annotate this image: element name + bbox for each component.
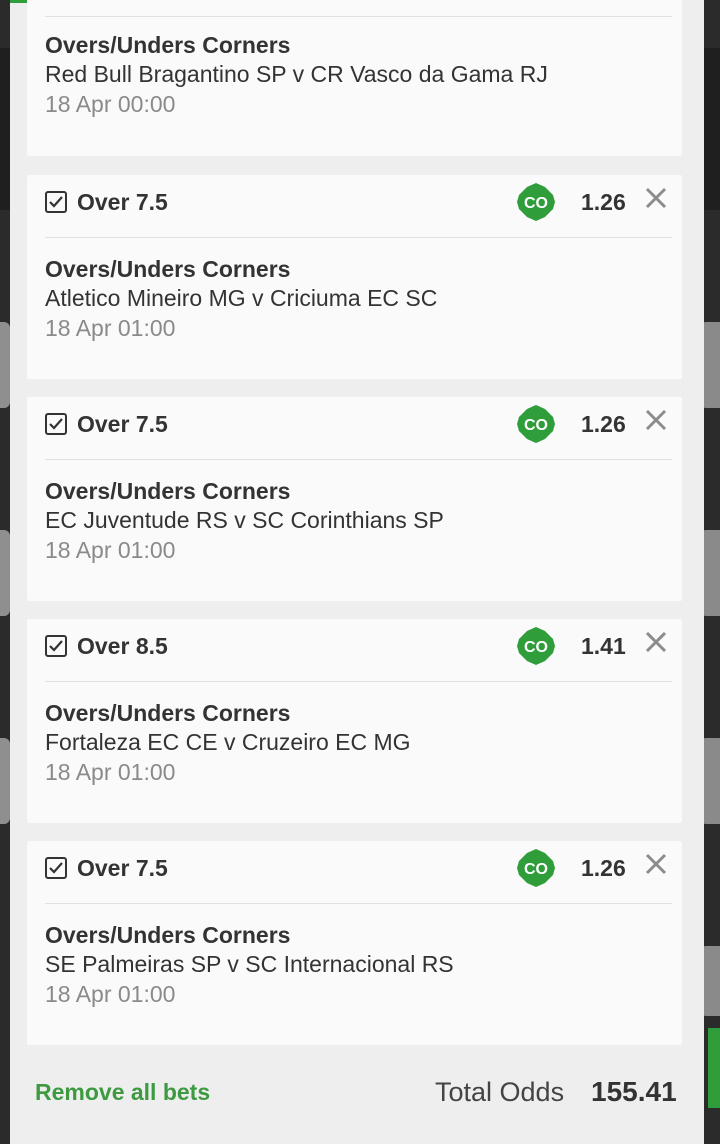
bet-card: Over 8.5 CO 1.41 Overs/Unders Corners Fo… [27, 619, 682, 823]
cash-out-icon: CO [517, 183, 555, 221]
bet-slip-sheet: Overs/Unders Corners Red Bull Bragantino… [10, 0, 704, 1144]
bet-card-header: Over 7.5 CO 1.26 [45, 397, 672, 460]
bet-card: Overs/Unders Corners Red Bull Bragantino… [27, 0, 682, 156]
bet-date: 18 Apr 01:00 [45, 981, 176, 1007]
bet-market: Overs/Unders Corners [45, 478, 291, 504]
svg-text:CO: CO [524, 195, 548, 212]
bet-fixture: Red Bull Bragantino SP v CR Vasco da Gam… [45, 61, 548, 87]
bet-slip-footer: Remove all bets Total Odds 155.41 [10, 1058, 704, 1144]
bet-market: Overs/Unders Corners [45, 922, 291, 948]
checkmark-icon [49, 196, 63, 208]
bet-fixture: EC Juventude RS v SC Corinthians SP [45, 507, 444, 533]
svg-text:CO: CO [524, 861, 548, 878]
close-icon[interactable] [643, 851, 669, 877]
bet-odds: 1.26 [581, 411, 626, 437]
checkmark-icon [49, 862, 63, 874]
bet-odds: 1.26 [581, 855, 626, 881]
bet-selected-checkbox[interactable] [45, 413, 67, 435]
bet-card-header: Over 8.5 CO 1.41 [45, 619, 672, 682]
bet-date: 18 Apr 01:00 [45, 759, 176, 785]
bet-selection: Over 7.5 [77, 855, 168, 881]
bet-card: Over 7.5 CO 1.26 Overs/Unders Corners At… [27, 175, 682, 379]
bet-market: Overs/Unders Corners [45, 32, 291, 58]
bet-date: 18 Apr 01:00 [45, 537, 176, 563]
bet-card-header: Over 7.5 CO 1.26 [45, 175, 672, 238]
bet-selection: Over 7.5 [77, 189, 168, 215]
close-icon[interactable] [643, 185, 669, 211]
bet-fixture: Fortaleza EC CE v Cruzeiro EC MG [45, 729, 411, 755]
bet-card-header [45, 0, 672, 17]
total-odds-value: 155.41 [591, 1076, 677, 1107]
bet-date: 18 Apr 01:00 [45, 315, 176, 341]
bet-selection: Over 8.5 [77, 633, 168, 659]
bet-card: Over 7.5 CO 1.26 Overs/Unders Corners EC… [27, 397, 682, 601]
bet-selected-checkbox[interactable] [45, 635, 67, 657]
bet-fixture: SE Palmeiras SP v SC Internacional RS [45, 951, 454, 977]
cash-out-icon: CO [517, 849, 555, 887]
background-panel-edge [0, 738, 10, 824]
bet-selection: Over 7.5 [77, 411, 168, 437]
cash-out-icon: CO [517, 627, 555, 665]
bet-market: Overs/Unders Corners [45, 700, 291, 726]
close-icon[interactable] [643, 629, 669, 655]
bet-selected-checkbox[interactable] [45, 857, 67, 879]
remove-all-bets-button[interactable]: Remove all bets [35, 1079, 210, 1106]
total-odds-label: Total Odds [435, 1077, 565, 1107]
background-panel-edge [0, 322, 10, 408]
bet-odds: 1.26 [581, 189, 626, 215]
background-place-bet-button [708, 1028, 720, 1108]
bet-selected-checkbox[interactable] [45, 191, 67, 213]
background-panel-edge [0, 530, 10, 616]
close-icon[interactable] [643, 407, 669, 433]
bet-market: Overs/Unders Corners [45, 256, 291, 282]
bet-fixture: Atletico Mineiro MG v Criciuma EC SC [45, 285, 438, 311]
bet-odds: 1.41 [581, 633, 626, 659]
checkmark-icon [49, 640, 63, 652]
cash-out-icon: CO [517, 405, 555, 443]
svg-text:CO: CO [524, 639, 548, 656]
bet-card: Over 7.5 CO 1.26 Overs/Unders Corners SE… [27, 841, 682, 1045]
bet-card-header: Over 7.5 CO 1.26 [45, 841, 672, 904]
svg-text:CO: CO [524, 417, 548, 434]
bet-date: 18 Apr 00:00 [45, 91, 176, 117]
checkmark-icon [49, 418, 63, 430]
